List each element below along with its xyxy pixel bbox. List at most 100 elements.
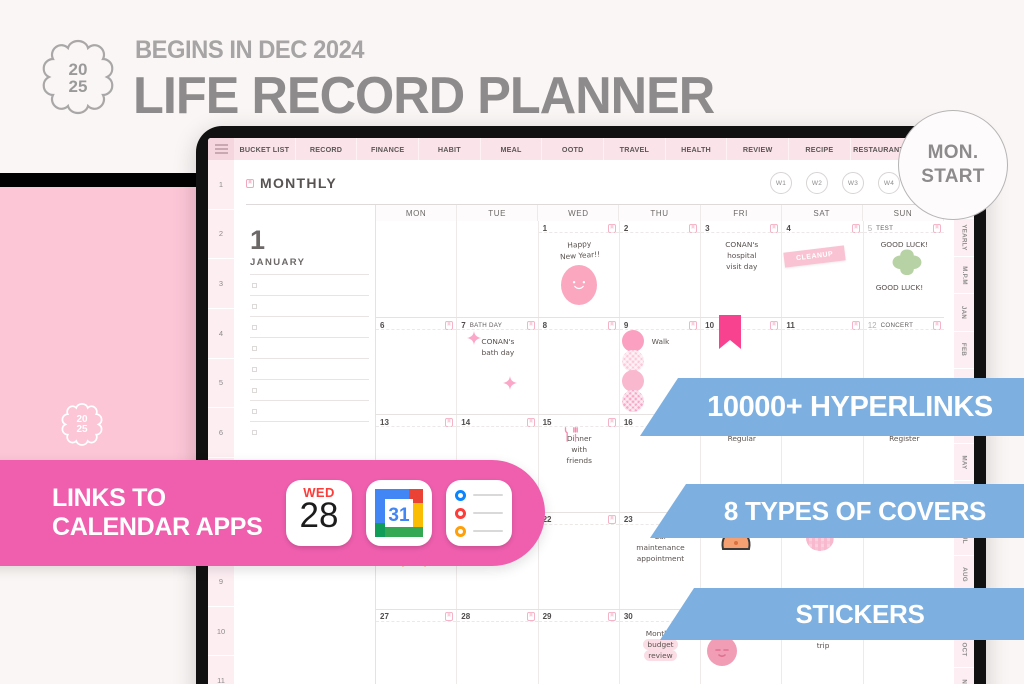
face-blob-sticker xyxy=(707,635,738,666)
rail-number-10[interactable]: 10 xyxy=(208,607,234,657)
top-tab-finance[interactable]: FINANCE xyxy=(357,138,420,160)
day-note: GOOD LUCK! xyxy=(880,240,929,249)
rail-number-1[interactable]: 1 xyxy=(208,160,234,210)
checkbox-icon[interactable] xyxy=(252,387,257,393)
logo-2025: 20 25 xyxy=(36,36,120,120)
rail-number-3[interactable]: 3 xyxy=(208,259,234,309)
calendar-day-headers: MON TUE WED THU FRI SAT SUN xyxy=(246,204,944,221)
calendar-day-cell[interactable]: 3 CONAN's hospital visit day xyxy=(701,221,783,318)
top-tab-ootd[interactable]: OOTD xyxy=(542,138,605,160)
month-tab-nov[interactable]: NOV xyxy=(954,668,974,684)
top-tab-health[interactable]: HEALTH xyxy=(666,138,728,160)
checkbox-icon[interactable] xyxy=(252,429,257,435)
reminder-line xyxy=(473,512,503,514)
svg-text:31: 31 xyxy=(388,505,410,526)
day-cell-divider xyxy=(782,232,863,233)
week-button-w4[interactable]: W4 xyxy=(878,172,900,194)
month-checklist-row[interactable] xyxy=(250,358,369,379)
day-note: Dinner with friends xyxy=(566,434,592,466)
day-cell-divider xyxy=(619,232,701,233)
calendar-day-cell[interactable] xyxy=(457,221,539,318)
calendar-day-cell[interactable]: 29 xyxy=(538,609,620,684)
day-cell-divider xyxy=(538,620,619,622)
week-button-w3[interactable]: W3 xyxy=(842,172,864,194)
top-tab-travel[interactable]: TRAVEL xyxy=(604,138,666,160)
rail-number-4[interactable]: 4 xyxy=(208,309,234,359)
top-tab-record[interactable]: RECORD xyxy=(296,138,358,160)
month-tab-mpm[interactable]: M.P.M xyxy=(954,256,974,295)
top-tab-bar: BUCKET LIST RECORD FINANCE HABIT MEAL OOTD TRA… xyxy=(208,138,974,160)
checkbox-icon[interactable] xyxy=(252,303,257,309)
checkbox-icon[interactable] xyxy=(252,324,257,330)
checkbox-icon[interactable] xyxy=(252,408,257,414)
cleanup-tape-sticker: CLEANUP xyxy=(783,245,847,268)
calendar-day-cell[interactable]: 15 Dinner with friends xyxy=(538,415,620,512)
header-kicker: BEGINS IN DEC 2024 xyxy=(135,36,365,64)
google-calendar-glyph: 31 xyxy=(375,489,423,537)
day-header-wed: WED xyxy=(538,205,620,221)
checkbox-icon[interactable] xyxy=(252,345,257,351)
month-checklist-row[interactable] xyxy=(250,337,369,358)
apple-calendar-icon[interactable]: WED 28 xyxy=(286,480,352,546)
month-tab-yearly[interactable]: YEARLY xyxy=(954,219,974,257)
hamburger-menu-icon[interactable] xyxy=(208,138,234,160)
top-tab-review[interactable]: REVIEW xyxy=(727,138,790,160)
calendar-day-cell[interactable]: 8 xyxy=(538,318,620,415)
day-cell-divider xyxy=(457,620,538,622)
calendar-day-cell[interactable]: 2 xyxy=(619,221,702,318)
top-tab-meal[interactable]: MEAL xyxy=(481,138,543,160)
week-button-w1[interactable]: W1 xyxy=(770,172,792,194)
month-checklist-row[interactable] xyxy=(250,379,369,400)
top-tab-habit[interactable]: HABIT xyxy=(419,138,481,160)
top-tab-bucket-list[interactable]: BUCKET LIST xyxy=(234,138,296,160)
day-header-fri: FRI xyxy=(700,205,782,221)
google-calendar-icon[interactable]: 31 xyxy=(366,480,432,546)
mon-start-line1: MON. xyxy=(927,142,979,163)
day-cell-divider xyxy=(538,232,619,233)
month-tab-may[interactable]: MAY xyxy=(954,443,974,482)
rail-number-11[interactable]: 11 xyxy=(208,656,234,684)
banner-covers-label: 8 TYPES OF COVERS xyxy=(723,495,987,526)
week-button-w2[interactable]: W2 xyxy=(806,172,828,194)
month-checklist-row[interactable] xyxy=(250,400,369,421)
calendar-day-cell[interactable]: 6 xyxy=(376,318,458,415)
calendar-day-cell[interactable]: 1 Happy New Year!! xyxy=(538,221,620,318)
month-checklist-row[interactable] xyxy=(250,274,369,295)
bookmark-icon xyxy=(246,178,254,188)
cover-logo: 20 25 xyxy=(58,401,106,449)
day-cell-divider xyxy=(701,329,782,331)
calendar-day-cell[interactable]: 7 BATH DAY CONAN's bath day xyxy=(457,318,539,415)
circle-sticker-glyph xyxy=(621,350,644,373)
checkbox-icon[interactable] xyxy=(252,282,257,288)
calendar-day-cell[interactable]: 5 TEST GOOD LUCK! GOOD LUCK! xyxy=(863,221,944,317)
reminder-dot-red xyxy=(455,507,466,519)
apple-reminders-icon[interactable] xyxy=(446,480,512,546)
day-note: Walk xyxy=(651,337,670,347)
calendar-day-cell[interactable]: 27 xyxy=(376,609,458,684)
calendar-day-cell[interactable]: 22 xyxy=(538,512,620,609)
month-tab-jan[interactable]: JAN xyxy=(954,294,974,332)
checkbox-icon[interactable] xyxy=(252,366,257,372)
calendar-day-cell[interactable]: 4 CLEANUP xyxy=(782,221,864,318)
top-tab-recipe[interactable]: RECIPE xyxy=(789,138,851,160)
reminder-row xyxy=(455,507,503,519)
rail-number-6[interactable]: 6 xyxy=(208,408,234,458)
circle-sticker xyxy=(621,350,644,373)
day-note: CONAN's hospital visit day xyxy=(725,240,759,271)
month-checklist-row[interactable] xyxy=(250,421,369,442)
day-cell-divider xyxy=(619,329,701,331)
rail-number-5[interactable]: 5 xyxy=(208,359,234,409)
banner-stickers-label: STICKERS xyxy=(795,598,925,629)
month-checklist-row[interactable] xyxy=(250,316,369,337)
month-checklist-row[interactable] xyxy=(250,295,369,316)
day-note: CONAN's bath day xyxy=(481,337,515,358)
month-number: 1 xyxy=(250,225,266,255)
banner-calendar-links: LINKS TO CALENDAR APPS WED 28 31 xyxy=(0,460,545,566)
page-title: LIFE RECORD PLANNER xyxy=(133,67,715,125)
calendar-day-cell[interactable]: 28 xyxy=(457,609,539,684)
calendar-day-cell[interactable] xyxy=(376,221,458,318)
logo-year-text: 20 25 xyxy=(36,36,120,120)
month-tab-feb[interactable]: FEB xyxy=(954,331,974,370)
day-cell-divider xyxy=(376,329,457,331)
rail-number-2[interactable]: 2 xyxy=(208,210,234,260)
